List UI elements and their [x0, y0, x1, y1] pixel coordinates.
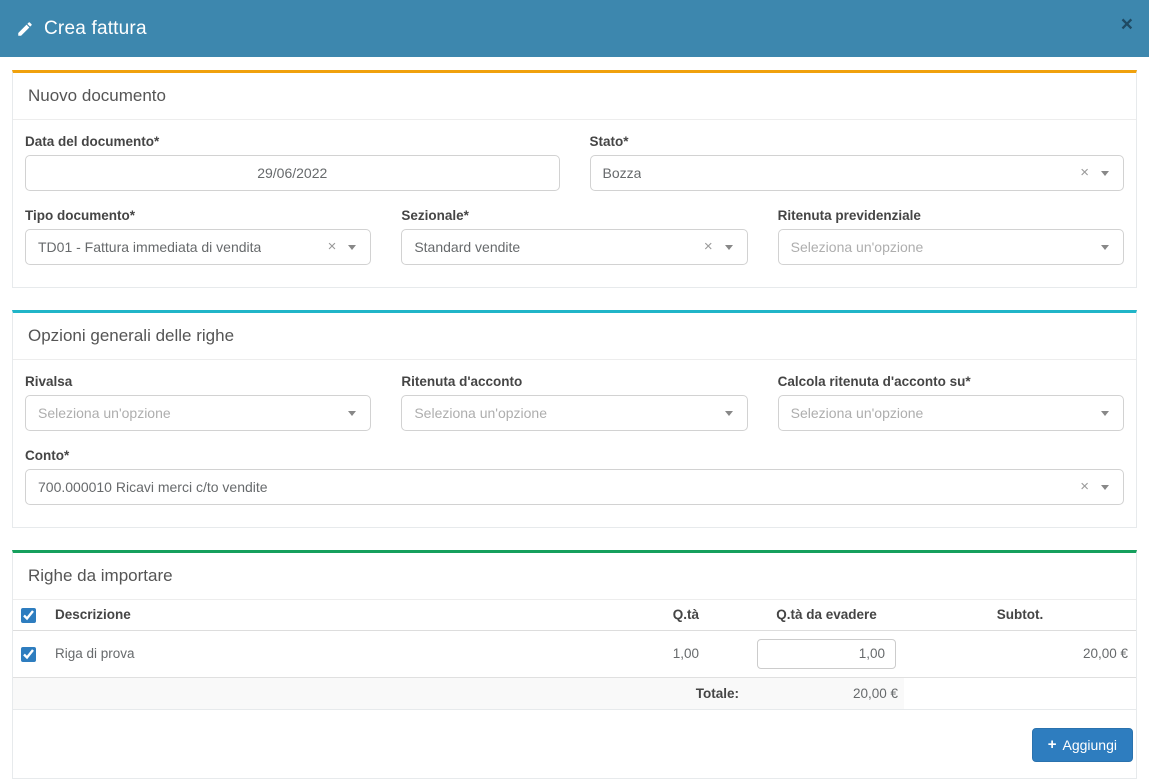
clear-icon[interactable]: × — [1080, 165, 1089, 180]
section-opzioni-righe: Opzioni generali delle righe Rivalsa Sel… — [12, 310, 1137, 528]
section-righe-da-importare: Righe da importare Descrizione Q.tà Q.tà… — [12, 550, 1137, 779]
chevron-down-icon — [725, 245, 733, 250]
column-header-qta-da-evadere: Q.tà da evadere — [749, 600, 904, 630]
stato-select[interactable]: Bozza × — [590, 155, 1125, 191]
field-ritenuta-acconto: Ritenuta d'acconto Seleziona un'opzione — [401, 374, 747, 431]
column-header-descrizione: Descrizione — [47, 600, 559, 630]
section-nuovo-documento: Nuovo documento Data del documento* Stat… — [12, 70, 1137, 288]
chevron-down-icon — [1101, 485, 1109, 490]
chevron-down-icon — [348, 245, 356, 250]
modal-title: Crea fattura — [44, 18, 147, 40]
modal-header: Crea fattura × — [0, 0, 1149, 57]
totale-label: Totale: — [13, 677, 749, 709]
field-label-stato: Stato* — [590, 134, 1125, 149]
ritenuta-acconto-select[interactable]: Seleziona un'opzione — [401, 395, 747, 431]
pencil-icon — [16, 20, 34, 38]
table-header-row: Descrizione Q.tà Q.tà da evadere Subtot. — [13, 600, 1136, 630]
chevron-down-icon — [1101, 171, 1109, 176]
rivalsa-select-placeholder: Seleziona un'opzione — [38, 405, 171, 421]
actions-bar: + Aggiungi — [13, 710, 1136, 778]
field-label-sezionale: Sezionale* — [401, 208, 747, 223]
field-label-tipo-documento: Tipo documento* — [25, 208, 371, 223]
qta-da-evadere-input[interactable] — [757, 639, 896, 669]
section-title-righe: Righe da importare — [13, 553, 1136, 600]
tipo-documento-select[interactable]: TD01 - Fattura immediata di vendita × — [25, 229, 371, 265]
conto-select[interactable]: 700.000010 Ricavi merci c/to vendite × — [25, 469, 1124, 505]
conto-select-value: 700.000010 Ricavi merci c/to vendite — [38, 479, 268, 495]
field-rivalsa: Rivalsa Seleziona un'opzione — [25, 374, 371, 431]
rows-table: Descrizione Q.tà Q.tà da evadere Subtot.… — [13, 600, 1136, 710]
table-row: Riga di prova 1,00 20,00 € — [13, 630, 1136, 677]
rivalsa-select[interactable]: Seleziona un'opzione — [25, 395, 371, 431]
stato-select-value: Bozza — [603, 165, 642, 181]
ritenuta-previdenziale-select-placeholder: Seleziona un'opzione — [791, 239, 924, 255]
calcola-ritenuta-select-placeholder: Seleziona un'opzione — [791, 405, 924, 421]
chevron-down-icon — [1101, 411, 1109, 416]
field-conto: Conto* 700.000010 Ricavi merci c/to vend… — [25, 448, 1124, 505]
field-ritenuta-previdenziale: Ritenuta previdenziale Seleziona un'opzi… — [778, 208, 1124, 265]
column-header-qta: Q.tà — [559, 600, 749, 630]
field-calcola-ritenuta: Calcola ritenuta d'acconto su* Seleziona… — [778, 374, 1124, 431]
clear-icon[interactable]: × — [704, 239, 713, 254]
section-body: Rivalsa Seleziona un'opzione Ritenuta d'… — [13, 360, 1136, 527]
field-label-conto: Conto* — [25, 448, 1124, 463]
chevron-down-icon — [1101, 245, 1109, 250]
clear-icon[interactable]: × — [1080, 479, 1089, 494]
field-label-calcola-ritenuta: Calcola ritenuta d'acconto su* — [778, 374, 1124, 389]
field-data-documento: Data del documento* — [25, 134, 560, 191]
select-all-checkbox[interactable] — [21, 608, 36, 623]
row-qta: 1,00 — [559, 630, 749, 677]
section-title-opzioni-righe: Opzioni generali delle righe — [13, 313, 1136, 360]
totale-value: 20,00 € — [749, 677, 904, 709]
field-tipo-documento: Tipo documento* TD01 - Fattura immediata… — [25, 208, 371, 265]
sezionale-select[interactable]: Standard vendite × — [401, 229, 747, 265]
table-total-row: Totale: 20,00 € — [13, 677, 1136, 709]
row-descrizione: Riga di prova — [47, 630, 559, 677]
field-sezionale: Sezionale* Standard vendite × — [401, 208, 747, 265]
column-header-subtot: Subtot. — [904, 600, 1136, 630]
field-label-ritenuta-acconto: Ritenuta d'acconto — [401, 374, 747, 389]
field-label-data-documento: Data del documento* — [25, 134, 560, 149]
date-input[interactable] — [25, 155, 560, 191]
section-body: Data del documento* Stato* Bozza × Tipo … — [13, 120, 1136, 287]
field-stato: Stato* Bozza × — [590, 134, 1125, 191]
row-checkbox[interactable] — [21, 647, 36, 662]
section-title-nuovo-documento: Nuovo documento — [13, 73, 1136, 120]
chevron-down-icon — [725, 411, 733, 416]
plus-icon: + — [1048, 737, 1057, 752]
add-button-label: Aggiungi — [1063, 737, 1118, 753]
sezionale-select-value: Standard vendite — [414, 239, 520, 255]
add-button[interactable]: + Aggiungi — [1032, 728, 1133, 762]
ritenuta-previdenziale-select[interactable]: Seleziona un'opzione — [778, 229, 1124, 265]
chevron-down-icon — [348, 411, 356, 416]
tipo-documento-select-value: TD01 - Fattura immediata di vendita — [38, 239, 261, 255]
row-subtot: 20,00 € — [904, 630, 1136, 677]
calcola-ritenuta-select[interactable]: Seleziona un'opzione — [778, 395, 1124, 431]
create-invoice-modal: Crea fattura × Nuovo documento Data del … — [0, 0, 1149, 779]
field-label-rivalsa: Rivalsa — [25, 374, 371, 389]
clear-icon[interactable]: × — [328, 239, 337, 254]
field-label-ritenuta-previdenziale: Ritenuta previdenziale — [778, 208, 1124, 223]
close-icon[interactable]: × — [1119, 12, 1135, 37]
ritenuta-acconto-select-placeholder: Seleziona un'opzione — [414, 405, 547, 421]
